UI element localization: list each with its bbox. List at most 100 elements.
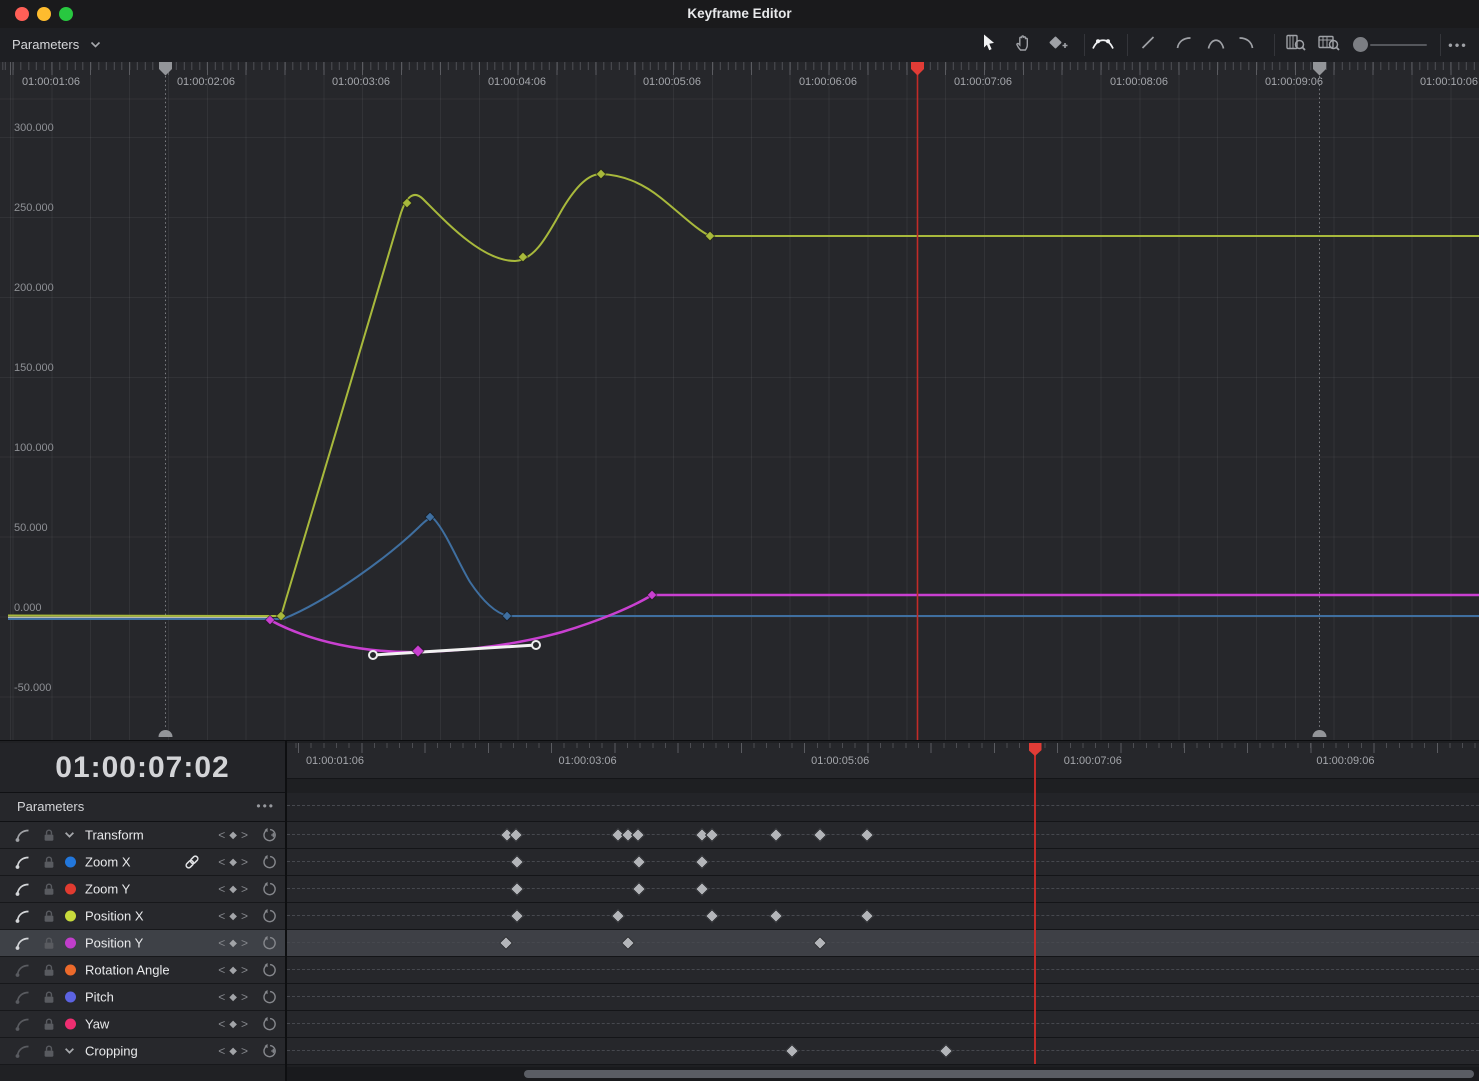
keyframe-diamond[interactable] (510, 882, 524, 896)
reset-parameter-button[interactable] (261, 962, 278, 979)
ease-in-interpolation-icon[interactable] (1176, 36, 1193, 55)
range-marker-foot[interactable] (1313, 730, 1327, 737)
keyframe-diamond[interactable] (860, 909, 874, 923)
next-keyframe-button[interactable]: > (241, 882, 248, 896)
add-remove-keyframe-button[interactable]: ◆ (229, 911, 237, 922)
interpolation-curve-icon[interactable] (14, 881, 31, 897)
keyframe-diamond[interactable] (611, 909, 625, 923)
next-keyframe-button[interactable]: > (241, 909, 248, 923)
lock-icon[interactable] (42, 855, 56, 870)
keyframe-diamond[interactable] (632, 882, 646, 896)
keyframe-diamond[interactable] (813, 828, 827, 842)
add-remove-keyframe-button[interactable]: ◆ (229, 938, 237, 949)
reset-parameter-button[interactable] (261, 827, 278, 844)
interpolation-curve-icon[interactable] (14, 827, 31, 843)
add-remove-keyframe-button[interactable]: ◆ (229, 857, 237, 868)
add-remove-keyframe-button[interactable]: ◆ (229, 965, 237, 976)
zoom-fit-vertical-icon[interactable] (1285, 34, 1307, 57)
lock-icon[interactable] (42, 1044, 56, 1059)
next-keyframe-button[interactable]: > (241, 855, 248, 869)
reset-parameter-button[interactable] (261, 935, 278, 952)
zoom-x-keyframe[interactable] (502, 611, 512, 621)
pointer-tool-icon[interactable] (981, 34, 997, 57)
link-icon[interactable] (184, 854, 200, 870)
reset-parameter-button[interactable] (261, 908, 278, 925)
position-x-curve[interactable] (8, 616, 281, 617)
keyframe-diamond[interactable] (813, 936, 827, 950)
reset-parameter-button[interactable] (261, 1043, 278, 1060)
lock-icon[interactable] (42, 1017, 56, 1032)
next-keyframe-button[interactable]: > (241, 828, 248, 842)
tangent-handle-endpoint[interactable] (532, 641, 540, 649)
keyframe-diamond[interactable] (631, 828, 645, 842)
interpolation-curve-icon[interactable] (14, 962, 31, 978)
next-keyframe-button[interactable]: > (241, 990, 248, 1004)
position-x-keyframe[interactable] (596, 169, 606, 179)
keyframe-diamond[interactable] (769, 909, 783, 923)
keyframe-track-yaw[interactable] (287, 1011, 1479, 1038)
keyframe-track-transform[interactable] (287, 822, 1479, 849)
previous-keyframe-button[interactable]: < (218, 855, 225, 869)
parameter-row-pitch[interactable]: Pitch<◆> (0, 984, 285, 1011)
keyframe-diamond[interactable] (705, 909, 719, 923)
interpolation-curve-icon[interactable] (14, 989, 31, 1005)
next-keyframe-button[interactable]: > (241, 1044, 248, 1058)
zoom-slider-track[interactable] (1370, 44, 1427, 46)
keyframe-track-zoom-y[interactable] (287, 876, 1479, 903)
zoom-slider-knob[interactable] (1353, 37, 1368, 52)
tangent-handle-line[interactable] (373, 645, 536, 655)
add-remove-keyframe-button[interactable]: ◆ (229, 992, 237, 1003)
position-y-keyframe[interactable] (412, 645, 424, 657)
interpolation-curve-icon[interactable] (14, 1016, 31, 1032)
next-keyframe-button[interactable]: > (241, 936, 248, 950)
reset-parameter-button[interactable] (261, 881, 278, 898)
curve-canvas[interactable] (0, 62, 1479, 740)
keyframe-track-rotation-angle[interactable] (287, 957, 1479, 984)
interpolation-curve-icon[interactable] (14, 935, 31, 951)
interpolation-curve-icon[interactable] (14, 908, 31, 924)
parameter-row-zoom-y[interactable]: Zoom Y<◆> (0, 876, 285, 903)
keyframe-track-position-y[interactable] (287, 930, 1479, 957)
curve-graph[interactable]: 01:00:01:0601:00:02:0601:00:03:0601:00:0… (0, 62, 1479, 740)
previous-keyframe-button[interactable]: < (218, 909, 225, 923)
range-marker-handle[interactable] (159, 62, 172, 76)
next-keyframe-button[interactable]: > (241, 963, 248, 977)
previous-keyframe-button[interactable]: < (218, 1044, 225, 1058)
linear-interpolation-icon[interactable] (1141, 35, 1156, 55)
parameters-options-menu[interactable]: ••• (256, 793, 275, 819)
keyframe-track-pitch[interactable] (287, 984, 1479, 1011)
keyframe-diamond[interactable] (509, 828, 523, 842)
keyframe-diamond[interactable] (695, 882, 709, 896)
timeline-playhead-line[interactable] (1034, 743, 1036, 1064)
reset-parameter-button[interactable] (261, 1016, 278, 1033)
expand-chevron-icon[interactable] (64, 1046, 75, 1057)
previous-keyframe-button[interactable]: < (218, 990, 225, 1004)
hand-tool-icon[interactable] (1016, 34, 1033, 56)
lock-icon[interactable] (42, 909, 56, 924)
interpolation-curve-icon[interactable] (14, 1043, 31, 1059)
parameter-row-position-x[interactable]: Position X<◆> (0, 903, 285, 930)
reset-parameter-button[interactable] (261, 989, 278, 1006)
range-marker-foot[interactable] (159, 730, 173, 737)
smooth-interpolation-icon[interactable] (1207, 36, 1226, 55)
previous-keyframe-button[interactable]: < (218, 963, 225, 977)
keyframe-diamond[interactable] (632, 855, 646, 869)
keyframe-diamond[interactable] (860, 828, 874, 842)
horizontal-scrollbar[interactable] (287, 1067, 1479, 1081)
add-remove-keyframe-button[interactable]: ◆ (229, 1019, 237, 1030)
zoom-fit-horizontal-icon[interactable] (1317, 34, 1341, 57)
reset-parameter-button[interactable] (261, 854, 278, 871)
parameter-row-position-y[interactable]: Position Y<◆> (0, 930, 285, 957)
keyframe-diamond[interactable] (621, 936, 635, 950)
lock-icon[interactable] (42, 828, 56, 843)
add-remove-keyframe-button[interactable]: ◆ (229, 830, 237, 841)
parameter-row-yaw[interactable]: Yaw<◆> (0, 1011, 285, 1038)
toolbar-options-menu[interactable]: ••• (1448, 38, 1468, 53)
keyframe-diamond[interactable] (785, 1044, 799, 1058)
interpolation-curve-icon[interactable] (14, 854, 31, 870)
previous-keyframe-button[interactable]: < (218, 1017, 225, 1031)
lock-icon[interactable] (42, 936, 56, 951)
add-keyframe-icon[interactable] (1048, 35, 1068, 56)
lock-icon[interactable] (42, 990, 56, 1005)
ease-out-interpolation-icon[interactable] (1238, 36, 1255, 55)
